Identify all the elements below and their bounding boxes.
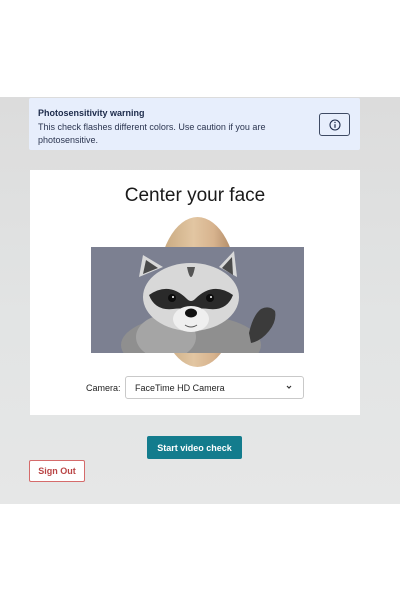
camera-select-value: FaceTime HD Camera (135, 383, 225, 393)
card-title: Center your face (124, 185, 266, 206)
camera-video-feed (91, 247, 304, 353)
warning-title: Photosensitivity warning (38, 108, 145, 118)
camera-label: Camera: (86, 383, 121, 393)
chevron-down-icon (286, 385, 292, 389)
info-button[interactable] (319, 113, 350, 136)
start-video-check-button[interactable]: Start video check (147, 436, 242, 459)
info-circle-icon (328, 118, 341, 131)
camera-select[interactable]: FaceTime HD Camera (125, 376, 304, 399)
warning-text: This check flashes different colors. Use… (38, 122, 266, 145)
sign-out-button[interactable]: Sign Out (29, 460, 85, 482)
face-capture-card: Center your face Camera: FaceTime HD Cam… (30, 170, 360, 415)
photosensitivity-warning-banner: Photosensitivity warning This check flas… (29, 98, 360, 150)
